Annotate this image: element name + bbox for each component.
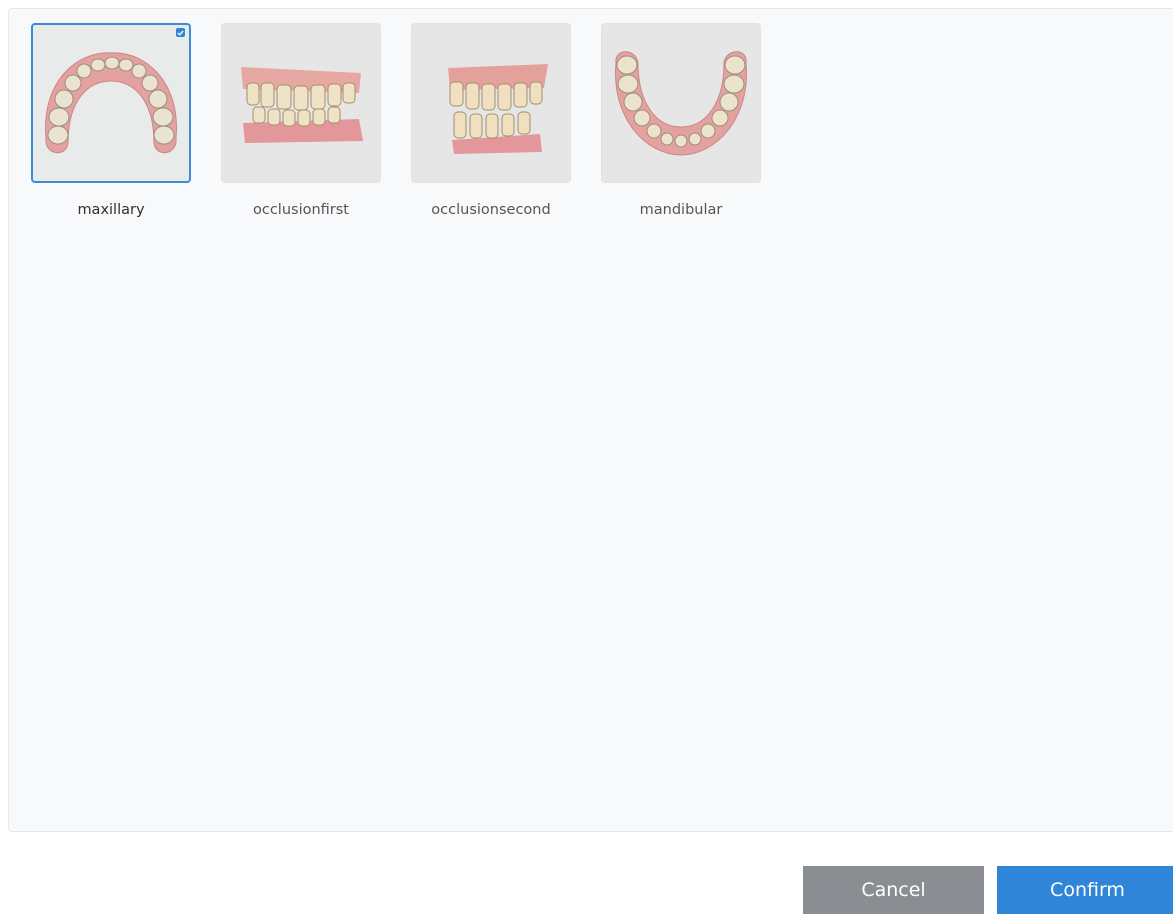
confirm-button[interactable]: Confirm (997, 866, 1173, 914)
cancel-button[interactable]: Cancel (803, 866, 984, 914)
maxillary-arch-icon (45, 52, 177, 153)
mandibular-arch-icon (615, 51, 747, 156)
model-label: mandibular (639, 202, 723, 218)
model-thumbnail-occlusionsecond[interactable] (411, 23, 571, 183)
occlusion-second-icon (448, 64, 548, 154)
occlusion-first-icon (241, 67, 363, 143)
model-card-occlusionfirst[interactable]: occlusionfirst (221, 23, 381, 218)
model-card-occlusionsecond[interactable]: occlusionsecond (411, 23, 571, 218)
model-label: occlusionsecond (431, 202, 551, 218)
model-thumbnail-occlusionfirst[interactable] (221, 23, 381, 183)
model-selection-panel: maxillary occlusionfirst occlusionsecond… (8, 8, 1173, 832)
model-label: maxillary (77, 202, 145, 218)
model-grid: maxillary occlusionfirst occlusionsecond… (31, 23, 761, 218)
model-label: occlusionfirst (252, 202, 349, 218)
model-card-mandibular[interactable]: mandibular (601, 23, 761, 218)
model-thumbnail-maxillary[interactable] (31, 23, 191, 183)
model-card-maxillary[interactable]: maxillary (31, 23, 191, 218)
checkbox-checked-icon[interactable] (176, 28, 185, 37)
model-thumbnail-mandibular[interactable] (601, 23, 761, 183)
